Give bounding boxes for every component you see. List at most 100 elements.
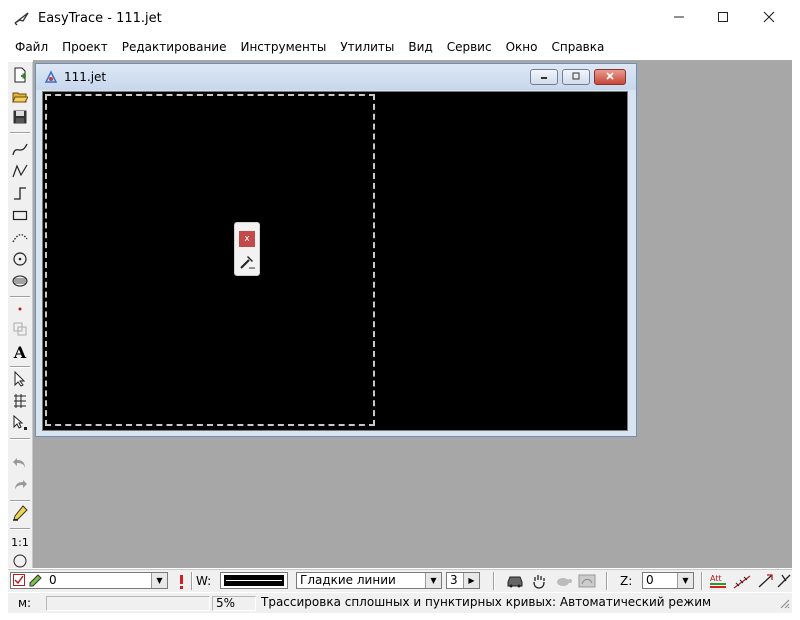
- redo-button[interactable]: [10, 476, 30, 496]
- menu-edit[interactable]: Редактирование: [115, 38, 234, 56]
- step-line-icon: [12, 185, 28, 204]
- resize-grip-icon[interactable]: [778, 597, 790, 612]
- dotted-arc-icon: [12, 229, 28, 248]
- slope-line-icon[interactable]: [732, 571, 752, 591]
- car-icon[interactable]: [505, 571, 525, 591]
- hand-pan-icon[interactable]: [529, 571, 549, 591]
- select-arrow-icon: [12, 370, 28, 390]
- status-message: Трассировка сплошных и пунктирных кривых…: [261, 595, 712, 609]
- save-icon: [12, 109, 28, 128]
- rectangle-tool-button[interactable]: [10, 206, 30, 226]
- new-file-button[interactable]: [10, 66, 30, 86]
- close-button[interactable]: [746, 4, 792, 34]
- arrow-line-icon[interactable]: [756, 571, 776, 591]
- pencil-icon: [12, 504, 28, 524]
- layer-pencil-icon: [29, 574, 42, 591]
- open-button[interactable]: [10, 88, 30, 108]
- curve-tool-button[interactable]: [10, 140, 30, 160]
- polyline-icon: [12, 163, 28, 182]
- pencil-button[interactable]: [10, 504, 30, 524]
- line-style-preview[interactable]: [220, 572, 288, 589]
- select-plus-icon: [12, 414, 28, 434]
- text-tool-button[interactable]: A: [10, 342, 30, 362]
- text-tool-icon: A: [13, 342, 27, 362]
- chevron-down-icon[interactable]: ▼: [677, 573, 693, 588]
- crossed-line-icon[interactable]: [774, 571, 794, 591]
- rectangle-icon: [12, 207, 28, 226]
- line-type-value: Гладкие линии: [300, 573, 396, 587]
- z-combobox[interactable]: 0 ▼: [642, 572, 694, 589]
- dashed-image-frame: [45, 94, 375, 426]
- document-minimize-button[interactable]: [530, 69, 558, 85]
- status-percent: 5%: [212, 596, 256, 611]
- chevron-down-icon[interactable]: ▼: [151, 573, 167, 588]
- undo-button[interactable]: [10, 454, 30, 474]
- document-title-bar[interactable]: 111.jet: [36, 64, 636, 90]
- polyline-tool-button[interactable]: [10, 162, 30, 182]
- map-refresh-icon[interactable]: [577, 571, 597, 591]
- layer-value: 0: [49, 573, 57, 587]
- select-plus-button[interactable]: [10, 414, 30, 434]
- circle-point-tool-button[interactable]: [10, 250, 30, 270]
- layer-checkbox-icon: [13, 574, 26, 591]
- spin-right-icon[interactable]: ▶: [463, 573, 479, 588]
- menu-project[interactable]: Проект: [55, 38, 115, 56]
- minimize-icon: [539, 72, 549, 83]
- minimize-icon: [673, 11, 685, 27]
- hatched-ellipse-tool-button[interactable]: [10, 272, 30, 292]
- copy-object-icon: [12, 321, 28, 340]
- document-close-button[interactable]: [594, 69, 626, 85]
- document-title: 111.jet: [64, 70, 107, 84]
- line-style-swatch: [224, 575, 284, 586]
- minimize-button[interactable]: [656, 4, 702, 34]
- scale-one-to-one-icon: 1:1: [11, 535, 29, 549]
- hammer-icon[interactable]: [238, 253, 256, 271]
- document-restore-button[interactable]: [562, 69, 590, 85]
- menu-bar: Файл Проект Редактирование Инструменты У…: [8, 38, 792, 56]
- undo-icon: [12, 455, 28, 474]
- menu-service[interactable]: Сервис: [440, 38, 499, 56]
- turtle-icon[interactable]: [553, 571, 573, 591]
- mini-tool-window[interactable]: x: [234, 222, 260, 276]
- grid-select-button[interactable]: [10, 392, 30, 412]
- open-folder-icon: [12, 89, 29, 108]
- z-value: 0: [646, 573, 654, 587]
- copy-object-button[interactable]: [10, 320, 30, 340]
- menu-utilities[interactable]: Утилиты: [333, 38, 401, 56]
- maximize-button[interactable]: [700, 4, 746, 34]
- close-icon: [763, 11, 775, 27]
- status-m-value: [46, 596, 210, 611]
- menu-view[interactable]: Вид: [401, 38, 439, 56]
- menu-file[interactable]: Файл: [8, 38, 55, 56]
- status-m-label: м:: [18, 596, 32, 610]
- document-map-icon: [44, 70, 58, 84]
- left-toolbar: A 1:1: [8, 62, 33, 568]
- dotted-arc-tool-button[interactable]: [10, 228, 30, 248]
- document-window[interactable]: 111.jet x: [35, 63, 637, 437]
- grid-select-icon: [12, 393, 28, 412]
- warning-icon[interactable]: [171, 571, 191, 591]
- select-button[interactable]: [10, 370, 30, 390]
- restore-icon: [571, 72, 581, 83]
- menu-help[interactable]: Справка: [544, 38, 611, 56]
- line-type-combobox[interactable]: Гладкие линии ▼: [296, 572, 442, 589]
- menu-tools[interactable]: Инструменты: [233, 38, 333, 56]
- width-value: 3: [450, 573, 458, 587]
- menu-window[interactable]: Окно: [499, 38, 545, 56]
- z-label: Z:: [620, 574, 633, 588]
- drawing-canvas[interactable]: x: [42, 91, 628, 431]
- step-line-tool-button[interactable]: [10, 184, 30, 204]
- point-tool-button[interactable]: [10, 300, 30, 320]
- width-spinbox[interactable]: 3 ▶: [446, 572, 480, 589]
- new-file-icon: [12, 67, 28, 86]
- point-icon: [12, 301, 28, 320]
- layer-combobox[interactable]: 0 ▼: [10, 572, 168, 589]
- save-button[interactable]: [10, 108, 30, 128]
- title-bar: EasyTrace - 111.jet: [0, 0, 800, 38]
- window-title: EasyTrace - 111.jet: [38, 11, 162, 26]
- attributes-icon[interactable]: Att: [708, 571, 728, 591]
- scale-one-to-one-button[interactable]: 1:1: [10, 532, 30, 552]
- mini-close-button[interactable]: x: [239, 231, 255, 247]
- chevron-down-icon[interactable]: ▼: [425, 573, 441, 588]
- status-bar: м: 5% Трассировка сплошных и пунктирных …: [8, 593, 792, 613]
